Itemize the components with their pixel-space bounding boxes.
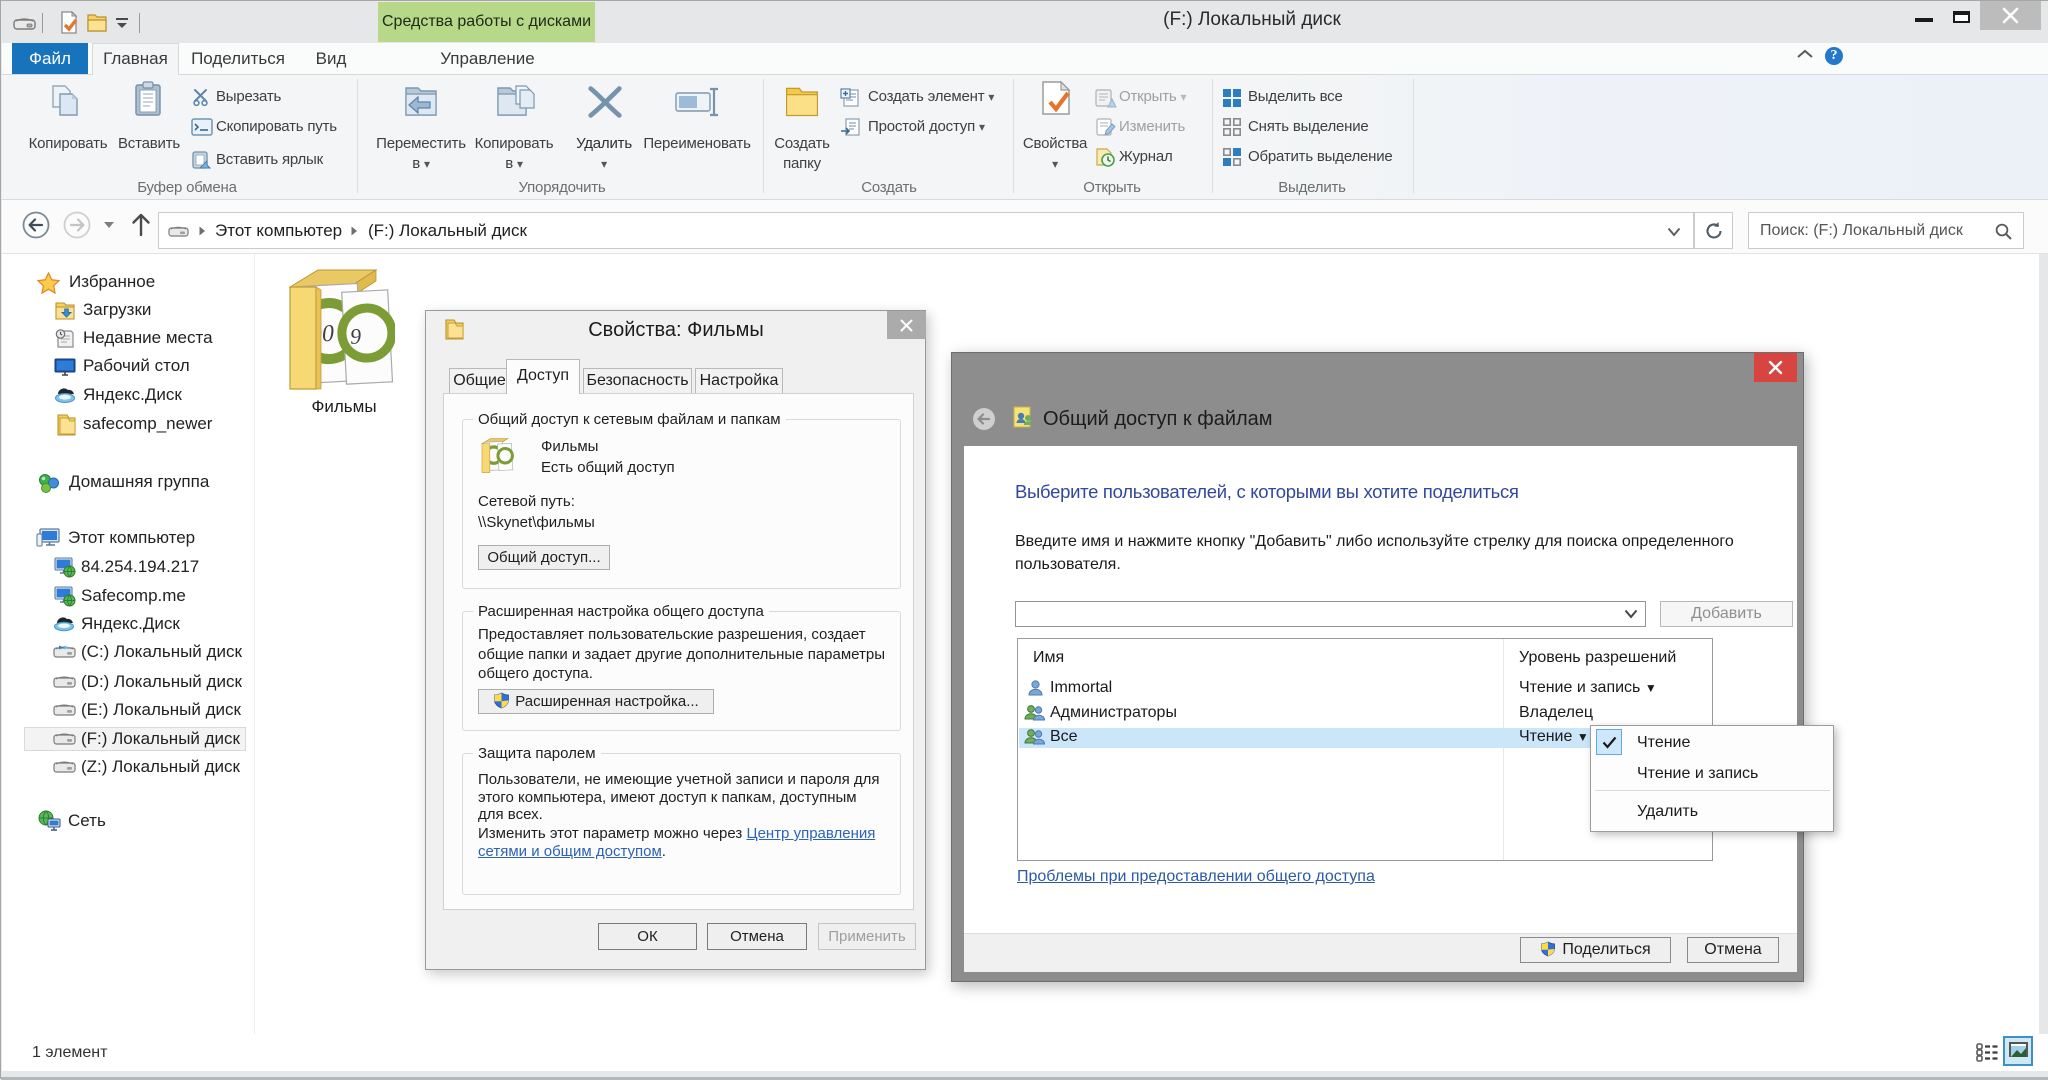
svg-text:9: 9 — [349, 323, 361, 349]
